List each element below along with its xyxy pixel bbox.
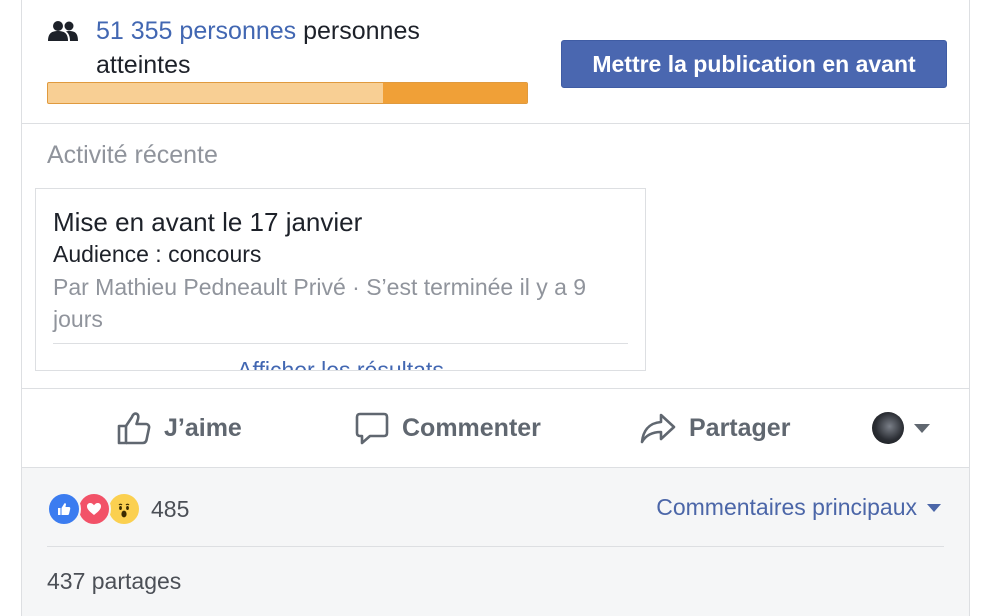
reach-count-link[interactable]: 51 355 personnes [96,17,296,45]
comments-sort-dropdown[interactable]: Commentaires principaux [656,494,941,521]
boost-audience: Audience : concours [53,241,262,267]
boost-post-button[interactable]: Mettre la publication en avant [561,40,947,88]
sort-label: Commentaires principaux [656,494,917,520]
thumbs-up-icon [117,412,151,445]
reach-section: 51 355 personnes personnes atteintes Met… [22,0,969,124]
view-results-link[interactable]: Afficher les résultats [36,357,645,370]
comment-button[interactable]: Commenter [354,389,541,467]
reach-progress-bar [47,82,528,104]
share-button[interactable]: Partager [639,389,790,467]
wow-reaction-icon [107,492,141,526]
divider [53,343,628,344]
post-footer: 485 Commentaires principaux 437 partages [22,468,969,616]
reactions-count: 485 [151,495,190,522]
chevron-down-icon [914,423,930,433]
shares-count-link[interactable]: 437 partages [47,568,181,595]
recent-activity-section: Activité récente Mise en avant le 17 jan… [22,124,969,389]
post-actions-bar: J’aime Commenter Partager [22,389,969,468]
boost-activity-card[interactable]: Mise en avant le 17 janvier Audience : c… [35,188,646,371]
people-icon [48,21,78,41]
chevron-down-icon [927,503,941,512]
divider [47,546,944,547]
recent-activity-title: Activité récente [47,141,218,169]
love-reaction-icon [77,492,111,526]
boost-meta: Par Mathieu Pedneault Privé · S’est term… [53,274,587,332]
boost-headline: Mise en avant le 17 janvier [53,207,363,237]
comment-label: Commenter [402,413,541,442]
like-button[interactable]: J’aime [116,389,242,467]
avatar [872,412,904,444]
reach-paid-fill [383,83,527,103]
post-card: 51 355 personnes personnes atteintes Met… [21,0,970,616]
reactions-summary[interactable]: 485 [47,492,189,526]
comment-icon [355,412,389,445]
post-as-selector[interactable] [872,412,930,444]
share-label: Partager [689,413,791,442]
reach-text: 51 355 personnes personnes atteintes [96,14,496,82]
share-arrow-icon [640,413,676,444]
like-reaction-icon [47,492,81,526]
like-label: J’aime [164,413,242,442]
